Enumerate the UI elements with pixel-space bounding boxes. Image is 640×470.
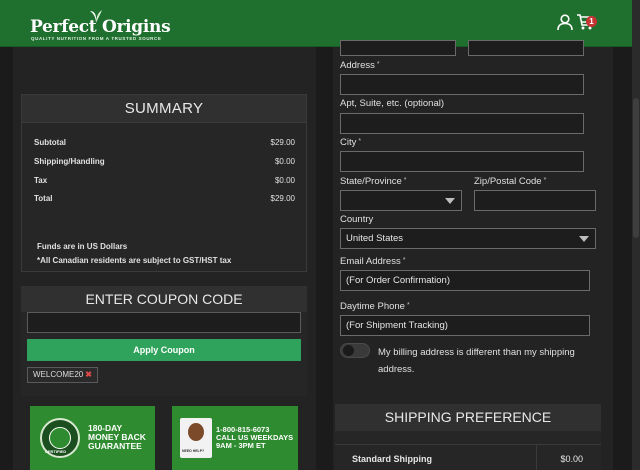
brand-name: Perfect Origins <box>30 17 171 37</box>
city-label: City * <box>340 137 362 148</box>
money-back-guarantee-badge: CERTIFIED 180-DAY MONEY BACK GUARANTEE <box>30 406 155 470</box>
summary-value: $0.00 <box>274 157 295 166</box>
summary-label: Shipping/Handling <box>34 157 105 166</box>
summary-value: $29.00 <box>270 194 295 203</box>
seal-label: CERTIFIED <box>45 449 67 454</box>
chevron-down-icon <box>445 198 455 204</box>
brand-tagline: QUALITY NUTRITION FROM A TRUSTED SOURCE <box>31 36 162 41</box>
country-select[interactable]: United States <box>340 228 596 249</box>
email-label: Email Address * <box>340 256 406 267</box>
coupon-section: ENTER COUPON CODE Apply Coupon WELCOME20… <box>21 286 307 396</box>
tax-note: *All Canadian residents are subject to G… <box>37 256 232 265</box>
zip-field[interactable] <box>474 190 596 211</box>
summary-row-tax: Tax $0.00 <box>34 176 295 185</box>
agent-face <box>188 423 204 441</box>
shipping-option-standard[interactable]: Standard Shipping $0.00 <box>335 444 601 470</box>
brand-logo[interactable]: Perfect Origins QUALITY NUTRITION FROM A… <box>30 8 171 42</box>
seal-center <box>49 427 71 449</box>
summary-label: Total <box>34 194 53 203</box>
need-help-caption: NEED HELP? <box>182 449 205 453</box>
apply-coupon-button[interactable]: Apply Coupon <box>27 339 301 361</box>
billing-toggle-label: My billing address is different than my … <box>378 347 575 375</box>
coupon-code-input[interactable] <box>27 312 301 333</box>
country-label: Country <box>340 214 374 225</box>
summary-label: Tax <box>34 176 48 185</box>
summary-label: Subtotal <box>34 138 66 147</box>
chevron-down-icon <box>579 236 589 242</box>
certified-seal-icon: CERTIFIED <box>40 418 80 458</box>
billing-address-toggle[interactable] <box>340 343 370 358</box>
order-summary: SUMMARY Subtotal $29.00 Shipping/Handlin… <box>21 94 307 272</box>
phone-label: Daytime Phone * <box>340 301 410 312</box>
cart-count-badge: 1 <box>586 16 597 27</box>
zip-label: Zip/Postal Code * <box>474 176 547 187</box>
apt-field[interactable] <box>340 113 584 134</box>
toggle-knob <box>343 345 354 356</box>
state-select[interactable] <box>340 190 462 211</box>
phone-support-text: 1-800-815-6073 CALL US WEEKDAYS 9AM - 3P… <box>216 426 293 450</box>
summary-row-total: Total $29.00 <box>34 194 295 203</box>
address-label: Address * <box>340 60 380 71</box>
remove-coupon-icon[interactable]: ✖ <box>85 370 92 379</box>
scrollbar-thumb[interactable] <box>633 98 639 238</box>
city-field[interactable] <box>340 151 584 172</box>
phone-line: 9AM - 3PM ET <box>216 441 266 450</box>
state-label: State/Province * <box>340 176 407 187</box>
last-name-field[interactable] <box>468 40 584 56</box>
support-agent-image: NEED HELP? <box>180 418 212 458</box>
shipping-option-price: $0.00 <box>560 454 583 464</box>
phone-placeholder: (For Shipment Tracking) <box>346 320 448 331</box>
country-value: United States <box>346 233 404 244</box>
shipping-preference-section: SHIPPING PREFERENCE Standard Shipping $0… <box>335 404 601 470</box>
applied-coupon-code: WELCOME20 <box>33 370 84 379</box>
coupon-title: ENTER COUPON CODE <box>21 286 307 312</box>
phone-support-badge: NEED HELP? 1-800-815-6073 CALL US WEEKDA… <box>172 406 298 470</box>
shipping-option-name: Standard Shipping <box>352 454 432 464</box>
address-field[interactable] <box>340 74 584 95</box>
applied-coupon-tag: WELCOME20 ✖ <box>27 367 98 383</box>
summary-value: $29.00 <box>270 138 295 147</box>
page-scrollbar[interactable] <box>632 0 640 470</box>
user-account-icon[interactable] <box>556 13 574 31</box>
currency-note: Funds are in US Dollars <box>37 242 128 251</box>
summary-title: SUMMARY <box>22 95 306 123</box>
apt-label: Apt, Suite, etc. (optional) <box>340 98 445 109</box>
shipping-divider <box>536 445 537 470</box>
summary-value: $0.00 <box>274 176 295 185</box>
summary-row-subtotal: Subtotal $29.00 <box>34 138 295 147</box>
phone-field[interactable]: (For Shipment Tracking) <box>340 315 590 336</box>
summary-row-shipping: Shipping/Handling $0.00 <box>34 157 295 166</box>
guarantee-line: GUARANTEE <box>88 441 142 451</box>
guarantee-text: 180-DAY MONEY BACK GUARANTEE <box>88 424 146 451</box>
email-field[interactable]: (For Order Confirmation) <box>340 270 590 291</box>
email-placeholder: (For Order Confirmation) <box>346 275 450 286</box>
first-name-field[interactable] <box>340 40 456 56</box>
shipping-title: SHIPPING PREFERENCE <box>335 404 601 431</box>
